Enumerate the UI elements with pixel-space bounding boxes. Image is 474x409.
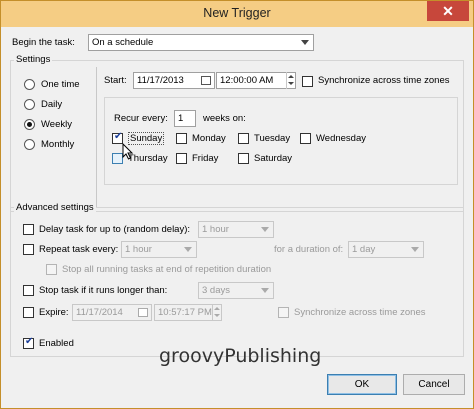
settings-divider	[96, 67, 97, 207]
cancel-button[interactable]: Cancel	[403, 374, 465, 395]
day-label-wednesday[interactable]: Wednesday	[316, 133, 366, 144]
day-label-tuesday[interactable]: Tuesday	[254, 133, 290, 144]
radio-weekly-label[interactable]: Weekly	[41, 119, 72, 130]
expire-sync-timezones-checkbox[interactable]	[278, 307, 289, 318]
window-title: New Trigger	[203, 6, 271, 20]
repeat-task-checkbox[interactable]	[23, 244, 34, 255]
dialog-body: Begin the task: On a schedule Settings O…	[6, 27, 468, 405]
begin-task-value: On a schedule	[92, 37, 154, 48]
expire-checkbox[interactable]	[23, 307, 34, 318]
chevron-down-icon	[411, 247, 419, 252]
enabled-checkbox[interactable]	[23, 336, 34, 349]
begin-task-select[interactable]: On a schedule	[88, 34, 314, 51]
repeat-interval-select[interactable]: 1 hour	[121, 241, 197, 258]
close-button[interactable]: ✕	[427, 1, 469, 21]
start-time-value: 12:00:00 AM	[220, 75, 274, 86]
chevron-down-icon	[301, 40, 309, 45]
radio-monthly[interactable]	[24, 139, 35, 150]
stop-all-tasks-label[interactable]: Stop all running tasks at end of repetit…	[62, 264, 271, 275]
begin-task-label: Begin the task:	[12, 37, 75, 48]
radio-one-time[interactable]	[24, 79, 35, 90]
start-time-spinner[interactable]	[286, 72, 296, 89]
duration-value: 1 day	[352, 244, 376, 255]
calendar-icon[interactable]	[201, 76, 211, 85]
recur-weeks-input[interactable]: 1	[174, 110, 196, 127]
delay-task-value: 1 hour	[202, 224, 229, 235]
radio-daily-label[interactable]: Daily	[41, 99, 62, 110]
duration-label: for a duration of:	[274, 244, 344, 255]
chevron-down-icon	[261, 288, 269, 293]
chevron-down-icon	[184, 247, 192, 252]
watermark-text: groovyPublishing	[159, 345, 322, 367]
day-label-saturday[interactable]: Saturday	[254, 153, 292, 164]
settings-group-label: Settings	[14, 54, 53, 65]
repeat-interval-value: 1 hour	[125, 244, 152, 255]
mouse-pointer-icon	[122, 143, 134, 160]
day-checkbox-friday[interactable]	[176, 153, 187, 164]
duration-select[interactable]: 1 day	[348, 241, 424, 258]
day-checkbox-monday[interactable]	[176, 133, 187, 144]
radio-daily[interactable]	[24, 99, 35, 110]
calendar-icon[interactable]	[138, 308, 148, 317]
delay-task-select[interactable]: 1 hour	[198, 221, 274, 238]
expire-label[interactable]: Expire:	[39, 307, 69, 318]
recur-weeks-value: 1	[178, 113, 184, 124]
stop-if-runs-longer-select[interactable]: 3 days	[198, 282, 274, 299]
start-date-value: 11/17/2013	[137, 75, 184, 86]
expire-time-spinner[interactable]	[212, 304, 222, 321]
recur-every-label: Recur every:	[114, 113, 168, 124]
chevron-down-icon	[261, 227, 269, 232]
stop-if-runs-longer-checkbox[interactable]	[23, 285, 34, 296]
stop-if-runs-longer-label[interactable]: Stop task if it runs longer than:	[39, 285, 167, 296]
expire-date-value: 11/17/2014	[76, 307, 123, 318]
stop-if-runs-longer-value: 3 days	[202, 285, 230, 296]
delay-task-label[interactable]: Delay task for up to (random delay):	[39, 224, 190, 235]
delay-task-checkbox[interactable]	[23, 224, 34, 235]
title-bar: New Trigger ✕	[1, 1, 473, 27]
repeat-task-label[interactable]: Repeat task every:	[39, 244, 118, 255]
sync-timezones-checkbox[interactable]	[302, 76, 313, 87]
enabled-label[interactable]: Enabled	[39, 338, 74, 349]
ok-button[interactable]: OK	[327, 374, 397, 395]
radio-weekly[interactable]	[24, 119, 35, 130]
day-label-monday[interactable]: Monday	[192, 133, 226, 144]
new-trigger-dialog: New Trigger ✕ Begin the task: On a sched…	[0, 0, 474, 409]
stop-all-tasks-checkbox[interactable]	[46, 264, 57, 275]
day-checkbox-wednesday[interactable]	[300, 133, 311, 144]
sync-timezones-label[interactable]: Synchronize across time zones	[318, 75, 449, 86]
expire-time-value: 10:57:17 PM	[158, 307, 212, 318]
radio-monthly-label[interactable]: Monthly	[41, 139, 74, 150]
expire-sync-timezones-label[interactable]: Synchronize across time zones	[294, 307, 425, 318]
advanced-settings-label: Advanced settings	[14, 202, 96, 213]
radio-one-time-label[interactable]: One time	[41, 79, 80, 90]
start-label: Start:	[104, 75, 127, 86]
day-checkbox-tuesday[interactable]	[238, 133, 249, 144]
start-time-input[interactable]: 12:00:00 AM	[216, 72, 296, 89]
day-checkbox-saturday[interactable]	[238, 153, 249, 164]
day-label-friday[interactable]: Friday	[192, 153, 218, 164]
weeks-on-label: weeks on:	[203, 113, 246, 124]
